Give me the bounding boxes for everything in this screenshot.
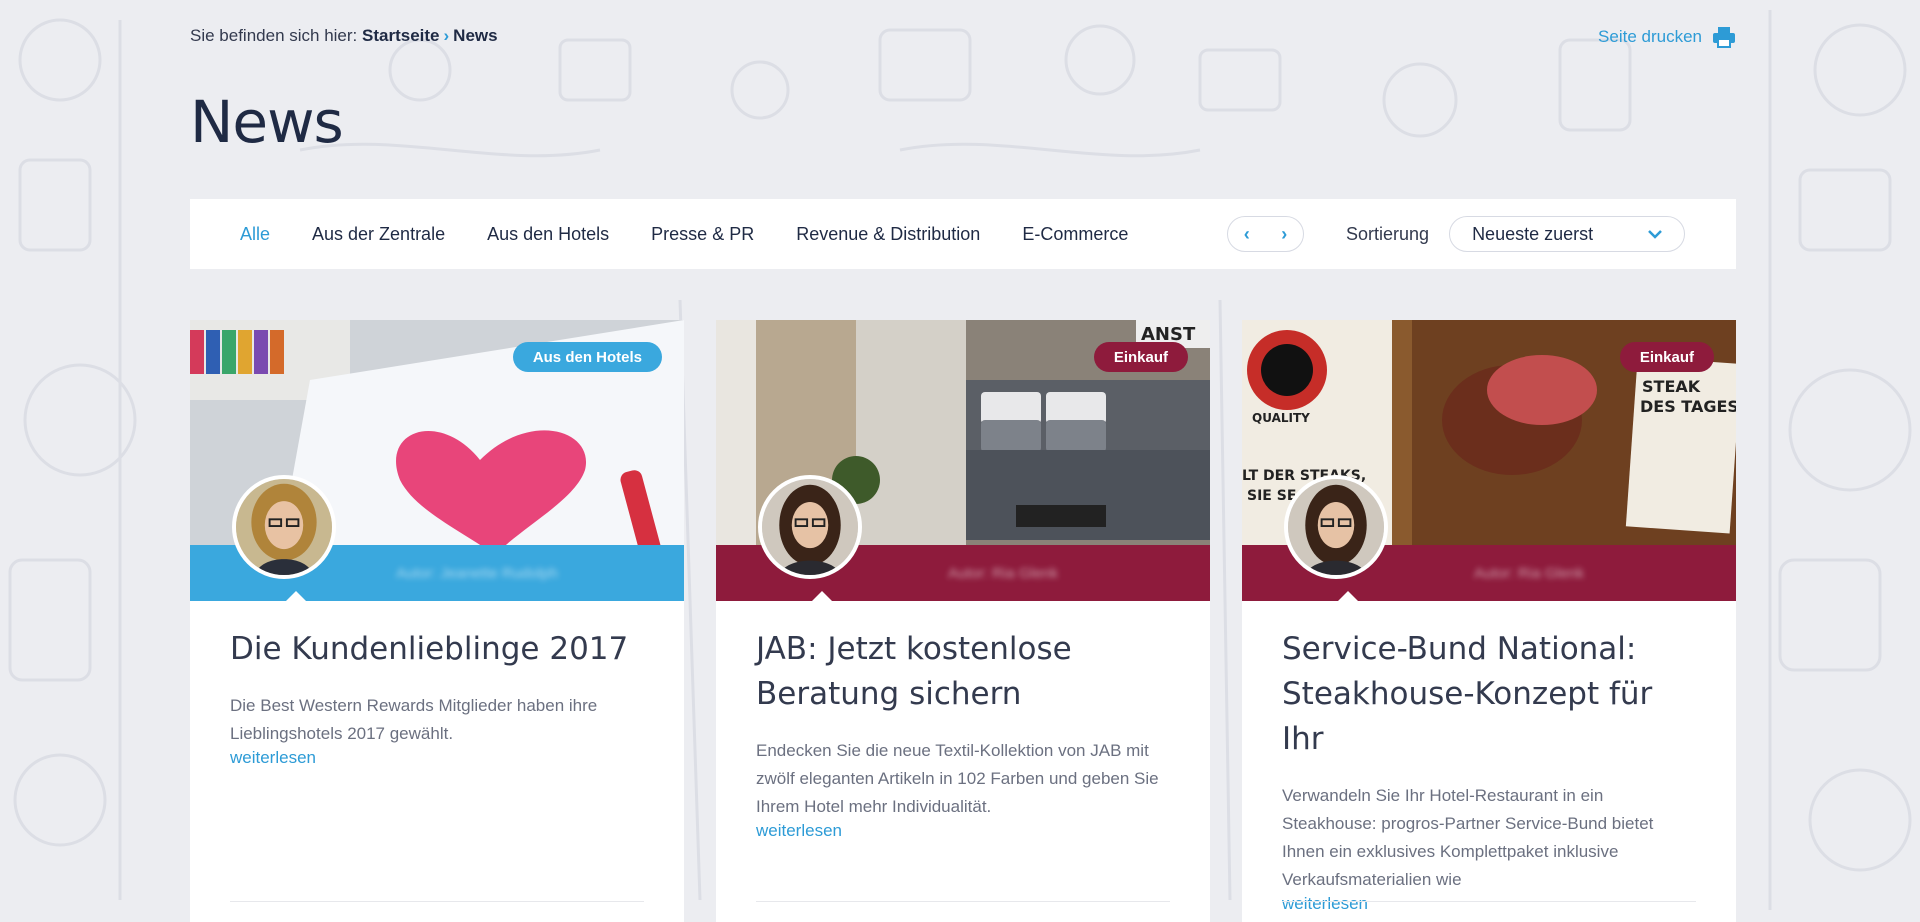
breadcrumb-bar: Sie befinden sich hier: Startseite › News … [190,26,1736,48]
author-name: Autor: Ria Glenk [1473,564,1585,582]
card-pointer-notch [286,591,306,601]
card-image: QUALITY LT DER STEAKS, SIE SE... STEAK D… [1242,320,1736,601]
avatar [758,475,862,579]
sort-selected-value: Neueste zuerst [1472,223,1594,244]
card-title[interactable]: Die Kundenlieblinge 2017 [230,627,644,672]
filter-bar: Alle Aus der Zentrale Aus den Hotels Pre… [190,199,1736,269]
card-divider [756,901,1170,902]
card-excerpt: Endecken Sie die neue Textil-Kollektion … [756,741,1159,816]
chevron-down-icon [1648,230,1662,239]
news-card[interactable]: ANST Einkauf Autor: Ria Glenk JAB: Jetzt… [716,320,1210,922]
card-title[interactable]: JAB: Jetzt kostenlose Beratung sichern [756,627,1170,717]
breadcrumb-prefix: Sie befinden sich hier: [190,26,358,45]
author-name: Autor: Jeanette Rudolph [396,564,558,582]
tab-presse-pr[interactable]: Presse & PR [651,224,754,245]
card-body: Service-Bund National: Steakhouse-Konzep… [1242,601,1736,914]
read-more-link[interactable]: weiterlesen [1282,894,1696,914]
breadcrumb-separator-icon: › [443,26,450,45]
svg-text:DES TAGES: DES TAGES [1640,397,1736,416]
card-body: JAB: Jetzt kostenlose Beratung sichern E… [716,601,1210,841]
tab-alle[interactable]: Alle [240,224,270,245]
author-name: Autor: Ria Glenk [947,564,1059,582]
chevron-right-icon[interactable]: › [1275,224,1293,245]
category-badge[interactable]: Einkauf [1619,342,1714,372]
card-title[interactable]: Service-Bund National: Steakhouse-Konzep… [1282,627,1696,762]
chevron-left-icon[interactable]: ‹ [1238,224,1256,245]
card-excerpt: Verwandeln Sie Ihr Hotel-Restaurant in e… [1282,786,1654,889]
printer-icon [1713,27,1735,48]
category-badge[interactable]: Aus den Hotels [512,342,662,372]
card-image: ANST Einkauf Autor: Ria Glenk [716,320,1210,601]
tab-e-commerce[interactable]: E-Commerce [1022,224,1128,245]
card-divider [1282,901,1696,902]
news-card[interactable]: QUALITY LT DER STEAKS, SIE SE... STEAK D… [1242,320,1736,922]
news-card-list: Aus den Hotels Autor: Jeanette Rudolph D… [190,320,1736,922]
print-label: Seite drucken [1598,27,1702,46]
card-body: Die Kundenlieblinge 2017 Die Best Wester… [190,601,684,768]
breadcrumb-current: News [453,26,498,45]
card-pointer-notch [1338,591,1358,601]
card-pointer-notch [812,591,832,601]
read-more-link[interactable]: weiterlesen [230,748,644,768]
read-more-link[interactable]: weiterlesen [756,821,1170,841]
sort-select[interactable]: Neueste zuerst [1449,216,1686,252]
breadcrumb: Sie befinden sich hier: Startseite › News [190,26,1736,46]
card-divider [230,901,644,902]
avatar [1284,475,1388,579]
tab-aus-der-zentrale[interactable]: Aus der Zentrale [312,224,445,245]
tab-pager: ‹ › [1227,216,1304,252]
sort-label: Sortierung [1346,223,1430,244]
tab-revenue-distribution[interactable]: Revenue & Distribution [796,224,980,245]
avatar [232,475,336,579]
svg-text:STEAK: STEAK [1642,377,1701,396]
news-card[interactable]: Aus den Hotels Autor: Jeanette Rudolph D… [190,320,684,922]
print-page-link[interactable]: Seite drucken [1598,26,1736,48]
card-image: Aus den Hotels Autor: Jeanette Rudolph [190,320,684,601]
card-excerpt: Die Best Western Rewards Mitglieder habe… [230,696,598,743]
category-tabs: Alle Aus der Zentrale Aus den Hotels Pre… [190,199,1175,269]
breadcrumb-home-link[interactable]: Startseite [362,26,439,45]
page-title: News [190,88,344,156]
category-badge[interactable]: Einkauf [1093,342,1188,372]
svg-text:QUALITY: QUALITY [1252,411,1310,425]
tab-aus-den-hotels[interactable]: Aus den Hotels [487,224,609,245]
